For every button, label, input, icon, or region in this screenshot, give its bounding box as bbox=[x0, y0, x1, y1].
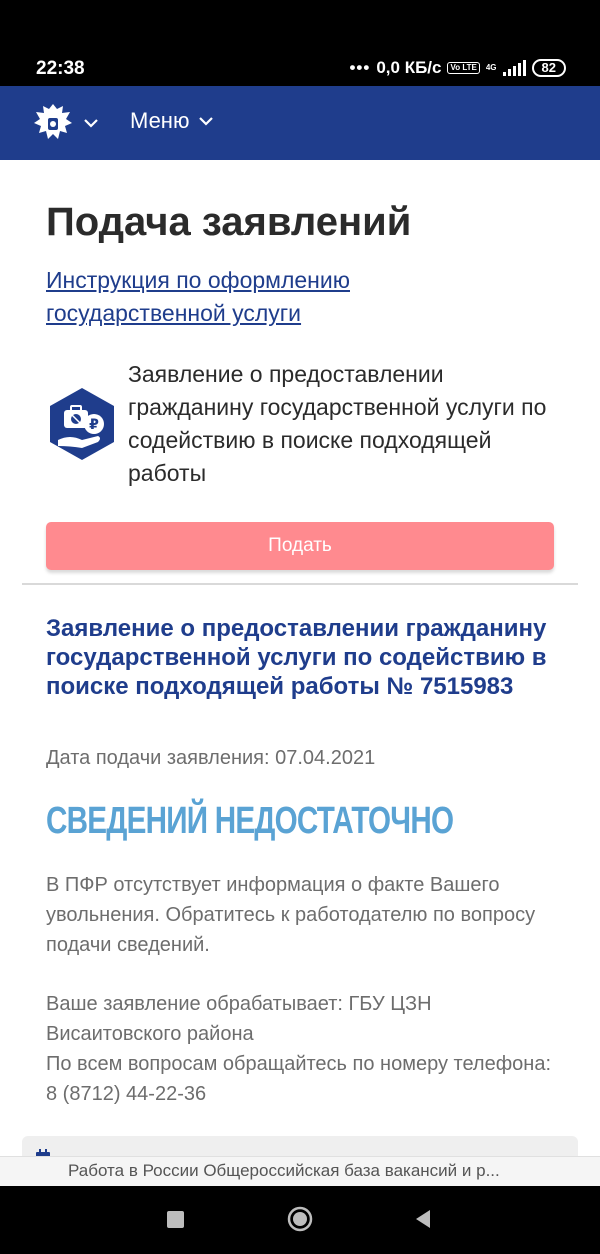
svg-text:₽: ₽ bbox=[89, 417, 99, 433]
system-nav-bar bbox=[0, 1186, 600, 1254]
coat-of-arms-icon[interactable] bbox=[30, 100, 76, 146]
browser-page-title: Работа в России Общероссийская база вака… bbox=[68, 1161, 500, 1180]
status-indicators: ••• 0,0 КБ/с Vo LTE 4G 82 bbox=[349, 58, 566, 78]
processing-info: Ваше заявление обрабатывает: ГБУ ЦЗН Вис… bbox=[46, 989, 566, 1109]
status-description: В ПФР отсутствует информация о факте Ваш… bbox=[46, 874, 536, 956]
network-type: 4G bbox=[485, 63, 497, 72]
submit-button[interactable]: Подать bbox=[46, 522, 554, 570]
recent-apps-button[interactable] bbox=[167, 1211, 184, 1228]
status-bar: 22:38 ••• 0,0 КБ/с Vo LTE 4G 82 bbox=[0, 0, 600, 86]
application-status: СВЕДЕНИЙ НЕДОСТАТОЧНО bbox=[46, 800, 454, 842]
battery-icon: 82 bbox=[531, 59, 566, 77]
processing-organization: Ваше заявление обрабатывает: ГБУ ЦЗН Вис… bbox=[46, 993, 432, 1045]
signal-icon bbox=[502, 60, 526, 76]
chevron-down-icon[interactable] bbox=[82, 114, 100, 132]
status-time: 22:38 bbox=[36, 58, 85, 79]
chevron-down-icon bbox=[199, 117, 214, 126]
notification-dots: ••• bbox=[349, 58, 371, 77]
application-date: Дата подачи заявления: 07.04.2021 bbox=[46, 747, 376, 769]
menu-label: Меню bbox=[130, 108, 190, 133]
menu-button[interactable]: Меню bbox=[130, 108, 215, 134]
contact-phone: По всем вопросам обращайтесь по номеру т… bbox=[46, 1053, 552, 1105]
app-header: Меню bbox=[0, 86, 600, 160]
service-description: Заявление о предоставлении гражданину го… bbox=[128, 361, 547, 486]
back-button[interactable] bbox=[414, 1208, 432, 1230]
application-title: Заявление о предоставлении гражданину го… bbox=[46, 615, 547, 700]
employment-service-icon: ₽ bbox=[50, 388, 114, 460]
instruction-link[interactable]: Инструкция по оформлению государственной… bbox=[46, 264, 446, 330]
divider bbox=[22, 583, 578, 585]
browser-page-title-bar[interactable]: Работа в России Общероссийская база вака… bbox=[0, 1156, 600, 1187]
volte-icon: Vo LTE bbox=[447, 62, 480, 74]
page-title: Подача заявлений bbox=[46, 200, 412, 244]
network-speed: 0,0 КБ/с bbox=[376, 58, 442, 77]
home-button[interactable] bbox=[287, 1206, 313, 1232]
